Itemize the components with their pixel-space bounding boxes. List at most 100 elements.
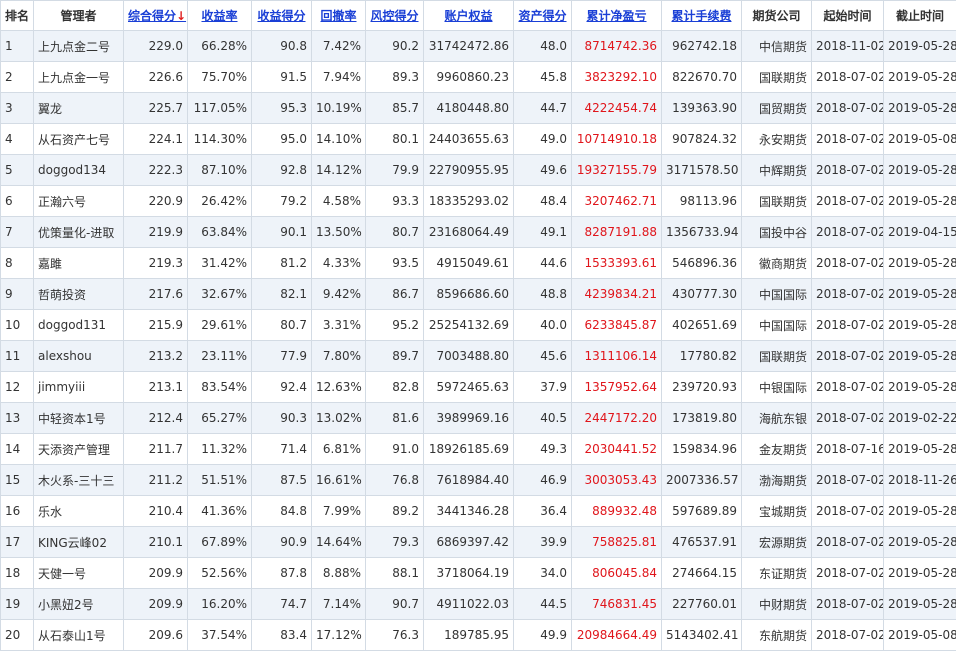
table-row: 3翼龙225.7117.05%95.310.19%85.74180448.804… — [1, 93, 956, 124]
column-header-drawdown[interactable]: 回撤率 — [312, 1, 366, 31]
cell-broker: 海航东银 — [742, 403, 812, 434]
cell-net_pl: 20984664.49 — [572, 620, 662, 651]
cell-net_pl: 746831.45 — [572, 589, 662, 620]
cell-start: 2018-07-02 — [812, 248, 884, 279]
cell-drawdown: 12.63% — [312, 372, 366, 403]
cell-broker: 国投中谷 — [742, 217, 812, 248]
cell-rank: 15 — [1, 465, 34, 496]
cell-drawdown: 6.81% — [312, 434, 366, 465]
cell-return_score: 90.1 — [252, 217, 312, 248]
cell-fees: 98113.96 — [662, 186, 742, 217]
table-row: 11alexshou213.223.11%77.97.80%89.7700348… — [1, 341, 956, 372]
cell-equity: 3441346.28 — [424, 496, 514, 527]
cell-start: 2018-07-02 — [812, 620, 884, 651]
cell-net_pl: 889932.48 — [572, 496, 662, 527]
cell-end: 2019-05-28 — [884, 186, 956, 217]
column-header-rank: 排名 — [1, 1, 34, 31]
cell-net_pl: 4222454.74 — [572, 93, 662, 124]
cell-manager: 上九点金一号 — [34, 62, 124, 93]
cell-start: 2018-07-02 — [812, 155, 884, 186]
cell-manager: 从石泰山1号 — [34, 620, 124, 651]
table-row: 19小黑妞2号209.916.20%74.77.14%90.74911022.0… — [1, 589, 956, 620]
cell-return_score: 71.4 — [252, 434, 312, 465]
column-header-end: 截止时间 — [884, 1, 956, 31]
cell-risk_score: 90.7 — [366, 589, 424, 620]
cell-return_score: 77.9 — [252, 341, 312, 372]
column-header-risk_score[interactable]: 风控得分 — [366, 1, 424, 31]
column-header-fees[interactable]: 累计手续费 — [662, 1, 742, 31]
cell-rank: 12 — [1, 372, 34, 403]
cell-return_score: 92.8 — [252, 155, 312, 186]
cell-fees: 597689.89 — [662, 496, 742, 527]
cell-broker: 国贸期货 — [742, 93, 812, 124]
cell-fees: 227760.01 — [662, 589, 742, 620]
column-header-equity[interactable]: 账户权益 — [424, 1, 514, 31]
cell-risk_score: 86.7 — [366, 279, 424, 310]
cell-manager: 从石资产七号 — [34, 124, 124, 155]
cell-return_score: 84.8 — [252, 496, 312, 527]
column-header-label: 综合得分 — [128, 9, 176, 23]
cell-end: 2019-05-28 — [884, 527, 956, 558]
cell-net_pl: 1357952.64 — [572, 372, 662, 403]
cell-overall: 210.1 — [124, 527, 188, 558]
cell-net_pl: 2030441.52 — [572, 434, 662, 465]
cell-return_rate: 26.42% — [188, 186, 252, 217]
cell-return_rate: 63.84% — [188, 217, 252, 248]
cell-manager: 嘉雎 — [34, 248, 124, 279]
column-header-overall[interactable]: 综合得分↓ — [124, 1, 188, 31]
column-header-net_pl[interactable]: 累计净盈亏 — [572, 1, 662, 31]
cell-drawdown: 4.33% — [312, 248, 366, 279]
cell-start: 2018-07-16 — [812, 434, 884, 465]
table-row: 1上九点金二号229.066.28%90.87.42%90.231742472.… — [1, 31, 956, 62]
table-row: 20从石泰山1号209.637.54%83.417.12%76.3189785.… — [1, 620, 956, 651]
cell-equity: 18926185.69 — [424, 434, 514, 465]
cell-return_score: 91.5 — [252, 62, 312, 93]
cell-start: 2018-07-02 — [812, 558, 884, 589]
column-header-label: 收益率 — [201, 9, 237, 23]
cell-broker: 东航期货 — [742, 620, 812, 651]
cell-manager: 木火系-三十三 — [34, 465, 124, 496]
cell-broker: 国联期货 — [742, 62, 812, 93]
cell-fees: 5143402.41 — [662, 620, 742, 651]
cell-fees: 430777.30 — [662, 279, 742, 310]
column-header-label: 回撤率 — [320, 9, 356, 23]
cell-manager: 哲萌投资 — [34, 279, 124, 310]
cell-end: 2019-05-28 — [884, 31, 956, 62]
cell-manager: 上九点金二号 — [34, 31, 124, 62]
cell-overall: 210.4 — [124, 496, 188, 527]
column-header-return_rate[interactable]: 收益率 — [188, 1, 252, 31]
cell-end: 2019-05-08 — [884, 124, 956, 155]
header-row: 排名 管理者 综合得分↓ 收益率 收益得分回撤率风控得分账户权益资产得分累计净盈亏累计手… — [1, 1, 956, 31]
cell-drawdown: 14.12% — [312, 155, 366, 186]
cell-net_pl: 10714910.18 — [572, 124, 662, 155]
cell-net_pl: 8287191.88 — [572, 217, 662, 248]
cell-fees: 546896.36 — [662, 248, 742, 279]
cell-asset_score: 48.4 — [514, 186, 572, 217]
cell-rank: 3 — [1, 93, 34, 124]
cell-start: 2018-07-02 — [812, 279, 884, 310]
cell-asset_score: 49.1 — [514, 217, 572, 248]
cell-end: 2019-05-28 — [884, 434, 956, 465]
cell-asset_score: 34.0 — [514, 558, 572, 589]
cell-overall: 211.2 — [124, 465, 188, 496]
table-row: 7优策量化-进取219.963.84%90.113.50%80.72316806… — [1, 217, 956, 248]
cell-equity: 3989969.16 — [424, 403, 514, 434]
cell-risk_score: 93.3 — [366, 186, 424, 217]
cell-drawdown: 10.19% — [312, 93, 366, 124]
cell-fees: 173819.80 — [662, 403, 742, 434]
cell-drawdown: 3.31% — [312, 310, 366, 341]
cell-fees: 3171578.50 — [662, 155, 742, 186]
cell-net_pl: 1311106.14 — [572, 341, 662, 372]
cell-broker: 国联期货 — [742, 186, 812, 217]
column-header-label: 管理者 — [60, 9, 96, 23]
cell-net_pl: 4239834.21 — [572, 279, 662, 310]
column-header-asset_score[interactable]: 资产得分 — [514, 1, 572, 31]
column-header-return_score[interactable]: 收益得分 — [252, 1, 312, 31]
cell-return_rate: 83.54% — [188, 372, 252, 403]
cell-start: 2018-07-02 — [812, 124, 884, 155]
cell-fees: 962742.18 — [662, 31, 742, 62]
cell-asset_score: 36.4 — [514, 496, 572, 527]
table-row: 4从石资产七号224.1114.30%95.014.10%80.12440365… — [1, 124, 956, 155]
cell-asset_score: 49.3 — [514, 434, 572, 465]
cell-return_score: 95.3 — [252, 93, 312, 124]
